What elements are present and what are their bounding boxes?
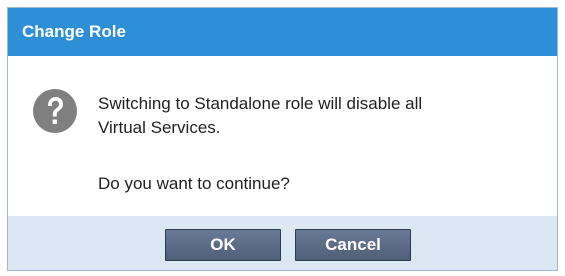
- question-icon: [33, 89, 77, 133]
- dialog-content: Switching to Standalone role will disabl…: [8, 56, 557, 216]
- confirm-question: Do you want to continue?: [98, 174, 290, 193]
- dialog-title: Change Role: [22, 22, 126, 41]
- change-role-dialog: Change Role Switching to Standalone role…: [7, 7, 558, 271]
- dialog-title-bar: Change Role: [8, 8, 557, 56]
- message-line: Virtual Services.: [98, 118, 221, 137]
- dialog-message: Switching to Standalone role will disabl…: [98, 92, 528, 196]
- ok-button[interactable]: OK: [165, 229, 281, 261]
- message-line: Switching to Standalone role will disabl…: [98, 94, 423, 113]
- dialog-footer: OK Cancel: [8, 216, 557, 270]
- cancel-button[interactable]: Cancel: [295, 229, 411, 261]
